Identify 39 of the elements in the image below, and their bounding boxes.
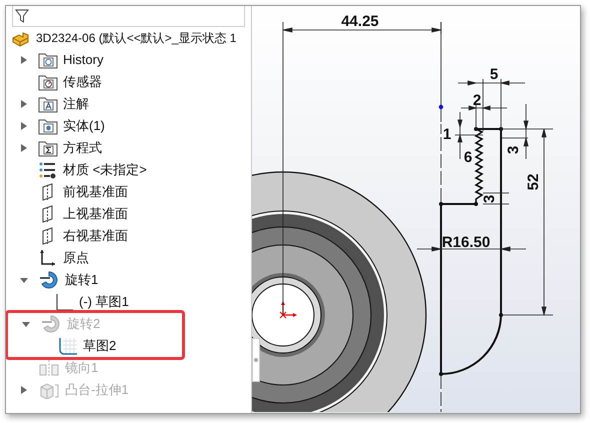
dimensions-drawing[interactable]: 44.25 5 2 1 6 3 3 52 R16.50: [282, 13, 554, 316]
material-list-icon: [38, 161, 58, 179]
collapsed-arrow-icon[interactable]: [20, 56, 28, 64]
tree-item-label[interactable]: 草图2: [83, 336, 116, 356]
collapsed-arrow-icon[interactable]: [20, 122, 28, 130]
filter-icon[interactable]: [15, 9, 29, 23]
tree-item-label[interactable]: History: [63, 50, 104, 70]
tree-item-label[interactable]: 前视基准面: [63, 182, 128, 202]
expanded-arrow-icon[interactable]: [20, 276, 28, 284]
tree-item-label[interactable]: 上视基准面: [63, 204, 128, 224]
gauge-folder-icon: [38, 73, 58, 91]
tree-item-label[interactable]: 实体(1): [63, 116, 105, 136]
tree-item-label[interactable]: 原点: [63, 248, 89, 268]
revolve-icon: [38, 270, 60, 290]
tree-item-label[interactable]: 旋转1: [65, 270, 98, 290]
tree-item-label[interactable]: 方程式: [63, 138, 102, 158]
origin-marker-icon: [280, 301, 297, 318]
expanded-arrow-icon[interactable]: [22, 320, 30, 328]
sigma-folder-icon: [38, 139, 58, 157]
annotation-folder-icon: [38, 95, 58, 113]
tree-item-label[interactable]: (-) 草图1: [79, 292, 129, 312]
collapsed-arrow-icon[interactable]: [20, 144, 28, 152]
collapsed-arrow-icon[interactable]: [20, 386, 28, 394]
sketch-icon: [56, 293, 74, 311]
revolve-icon: [40, 314, 62, 334]
tree-item-label[interactable]: 右视基准面: [63, 226, 128, 246]
origin-axes-icon: [38, 249, 58, 267]
part-name[interactable]: 3D2324-06 (默认<<默认>_显示状态 1: [36, 29, 236, 47]
mirror-icon: [38, 359, 60, 377]
tree-item-label[interactable]: 注解: [63, 94, 89, 114]
solid-folder-icon: [38, 117, 58, 135]
tree-item-label[interactable]: 材质 <未指定>: [63, 160, 147, 180]
tree-item-label[interactable]: 传感器: [63, 72, 102, 92]
panel-handle[interactable]: [252, 338, 260, 382]
collapsed-arrow-icon[interactable]: [20, 100, 28, 108]
sketch-point: [438, 104, 444, 110]
history-folder-icon: [38, 51, 58, 69]
extrude-icon: [38, 381, 60, 399]
sketch-grid-icon: [58, 337, 78, 355]
